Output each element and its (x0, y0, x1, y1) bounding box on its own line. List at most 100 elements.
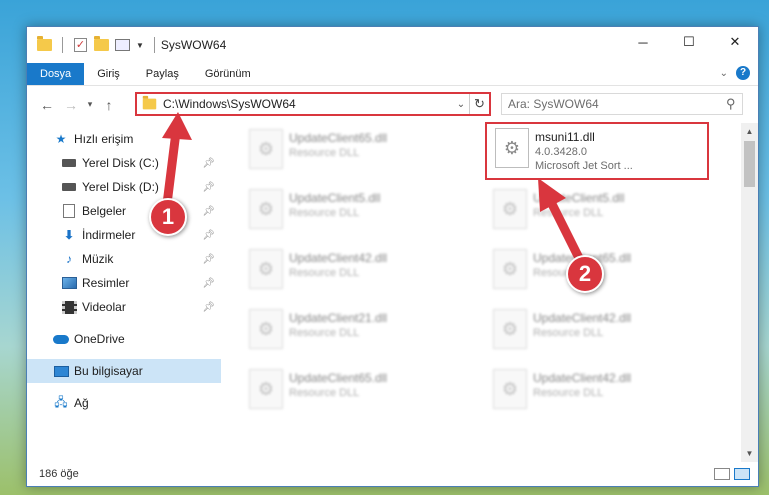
nav-item-label: Hızlı erişim (74, 132, 134, 146)
dll-gear-icon: ⚙ (249, 249, 283, 289)
details-view-icon[interactable] (714, 468, 730, 480)
refresh-icon[interactable]: ↻ (469, 94, 489, 114)
file-description: Resource DLL (289, 267, 360, 279)
nav-item-onedrive[interactable]: OneDrive (27, 327, 221, 351)
new-folder-icon[interactable] (94, 36, 109, 53)
tab-share[interactable]: Paylaş (133, 63, 192, 85)
tab-file[interactable]: Dosya (27, 63, 85, 85)
nav-quick-access[interactable]: ★ Hızlı erişim (27, 127, 221, 151)
pin-icon[interactable]: 📌︎ (202, 254, 215, 265)
pin-icon[interactable]: 📌︎ (202, 158, 215, 169)
up-arrow-icon[interactable]: ↑ (97, 97, 121, 113)
file-item[interactable]: ⚙ UpdateClient42.dll Resource DLL (241, 245, 461, 297)
drive-icon (61, 180, 77, 194)
expand-ribbon-chevron-icon[interactable]: ⌄ (720, 68, 728, 79)
file-item[interactable]: ⚙ UpdateClient65.dll Resource DLL (241, 365, 461, 417)
file-item[interactable]: ⚙ UpdateClient42.dll Resource DLL (485, 305, 705, 357)
nav-item-label: Ağ (74, 396, 89, 410)
pin-icon[interactable]: 📌︎ (202, 278, 215, 289)
file-name: msuni11.dll (535, 130, 595, 144)
item-count: 186 öğe (39, 468, 79, 480)
file-explorer-window: ✓ ▼ SysWOW64 ─ ☐ ✕ Dosya Giriş Paylaş Gö… (26, 26, 759, 487)
nav-item-pictures[interactable]: Resimler 📌︎ (27, 271, 221, 295)
navigation-pane: ★ Hızlı erişim Yerel Disk (C:) 📌︎ Yerel … (27, 123, 221, 462)
computer-icon (53, 364, 69, 378)
file-item[interactable]: ⚙ UpdateClient21.dll Resource DLL (241, 305, 461, 357)
file-description: Microsoft Jet Sort ... (535, 160, 633, 172)
properties-check-icon[interactable]: ✓ (73, 38, 88, 53)
dll-gear-icon: ⚙ (493, 189, 527, 229)
file-name: UpdateClient42.dll (289, 251, 388, 265)
nav-item-this-pc[interactable]: Bu bilgisayar (27, 359, 221, 383)
dll-gear-icon: ⚙ (493, 309, 527, 349)
minimize-button[interactable]: ─ (620, 27, 666, 57)
pin-icon[interactable]: 📌︎ (202, 302, 215, 313)
pin-icon[interactable]: 📌︎ (202, 206, 215, 217)
highlighted-file-msuni11[interactable]: ⚙ msuni11.dll 4.0.3428.0 Microsoft Jet S… (485, 122, 709, 180)
dll-gear-icon: ⚙ (249, 369, 283, 409)
step-badge-1: 1 (149, 198, 187, 236)
search-input[interactable] (508, 97, 727, 111)
file-item[interactable]: ⚙ UpdateClient5.dll Resource DLL (485, 185, 705, 237)
nav-item-documents[interactable]: Belgeler 📌︎ (27, 199, 221, 223)
file-item[interactable]: ⚙ UpdateClient42.dll Resource DLL (485, 365, 705, 417)
nav-item-label: İndirmeler (82, 228, 136, 242)
nav-item-network[interactable]: 🖧︎ Ağ (27, 391, 221, 415)
step-badge-2: 2 (566, 255, 604, 293)
help-icon[interactable]: ? (736, 66, 750, 80)
customize-toolbar-chevron-icon[interactable]: ▼ (136, 41, 144, 50)
file-description: Resource DLL (533, 387, 604, 399)
pin-icon[interactable]: 📌︎ (202, 182, 215, 193)
scroll-up-icon[interactable]: ▲ (741, 123, 758, 140)
file-description: Resource DLL (533, 207, 604, 219)
scrollbar-thumb[interactable] (744, 141, 755, 187)
back-arrow-icon[interactable]: ← (35, 97, 59, 113)
nav-item-label: Müzik (82, 252, 114, 266)
file-description: Resource DLL (289, 147, 360, 159)
recent-locations-chevron-icon[interactable]: ▾ (83, 99, 97, 110)
nav-item-videos[interactable]: Videolar 📌︎ (27, 295, 221, 319)
star-icon: ★ (55, 132, 67, 146)
large-icons-view-icon[interactable] (734, 468, 750, 480)
title-bar: ✓ ▼ SysWOW64 ─ ☐ ✕ (27, 27, 758, 63)
vertical-scrollbar[interactable]: ▲ ▼ (741, 123, 758, 462)
file-name: UpdateClient42.dll (533, 311, 632, 325)
close-button[interactable]: ✕ (712, 27, 758, 57)
nav-item-label: Resimler (82, 276, 130, 290)
divider (153, 37, 155, 53)
file-name: UpdateClient65.dll (289, 371, 388, 385)
tab-view[interactable]: Görünüm (192, 63, 264, 85)
divider (62, 37, 63, 53)
search-box[interactable]: ⚲ (501, 93, 743, 115)
drive-icon (61, 156, 77, 170)
music-icon: ♪ (66, 252, 72, 266)
folder-icon (142, 95, 157, 110)
quick-access-toolbar: ✓ ▼ (27, 36, 159, 53)
nav-item-local-disk-d[interactable]: Yerel Disk (D:) 📌︎ (27, 175, 221, 199)
address-bar[interactable]: C:\Windows\SysWOW64 ⌄ ↻ (135, 92, 491, 116)
tab-home[interactable]: Giriş (84, 63, 133, 85)
dll-gear-icon: ⚙ (249, 309, 283, 349)
nav-item-music[interactable]: ♪ Müzik 📌︎ (27, 247, 221, 271)
file-description: Resource DLL (289, 387, 360, 399)
cloud-icon (53, 332, 69, 346)
file-item[interactable]: ⚙ UpdateClient65.dll Resource DLL (241, 125, 461, 177)
nav-item-downloads[interactable]: ⬇ İndirmeler 📌︎ (27, 223, 221, 247)
properties-icon[interactable] (115, 38, 130, 53)
file-name: UpdateClient5.dll (289, 191, 381, 205)
nav-item-label: Bu bilgisayar (74, 364, 143, 378)
dll-gear-icon: ⚙ (493, 249, 527, 289)
scroll-down-icon[interactable]: ▼ (741, 445, 758, 462)
address-path[interactable]: C:\Windows\SysWOW64 (163, 97, 453, 111)
nav-item-local-disk-c[interactable]: Yerel Disk (C:) 📌︎ (27, 151, 221, 175)
search-icon[interactable]: ⚲ (726, 96, 736, 112)
dll-gear-icon: ⚙ (495, 128, 529, 168)
address-dropdown-chevron-icon[interactable]: ⌄ (453, 99, 469, 110)
maximize-button[interactable]: ☐ (666, 27, 712, 57)
pin-icon[interactable]: 📌︎ (202, 230, 215, 241)
forward-arrow-icon[interactable]: → (59, 97, 83, 113)
nav-item-label: Yerel Disk (C:) (82, 156, 159, 170)
nav-item-label: OneDrive (74, 332, 125, 346)
status-bar: 186 öğe (27, 462, 758, 486)
file-item[interactable]: ⚙ UpdateClient5.dll Resource DLL (241, 185, 461, 237)
